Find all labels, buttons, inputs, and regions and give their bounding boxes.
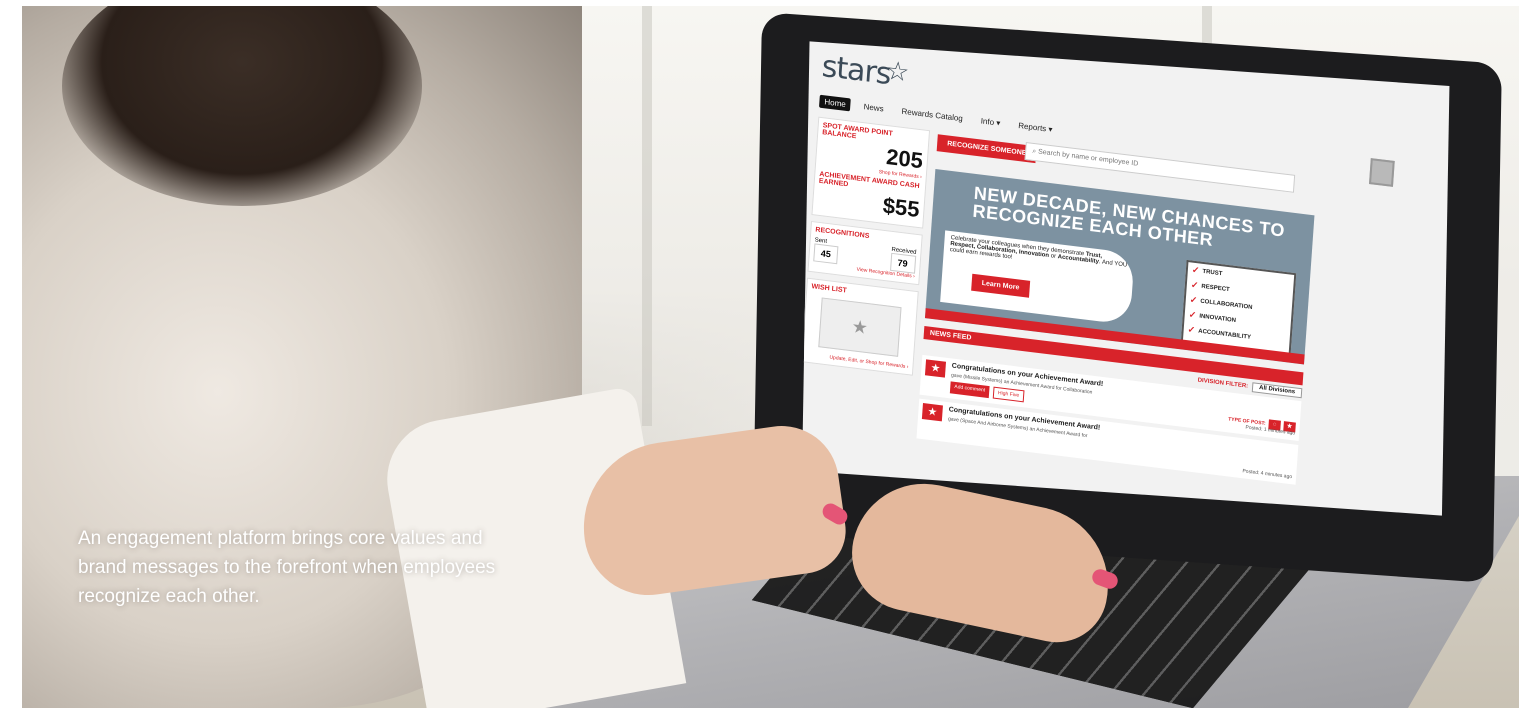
star-icon: ★	[924, 359, 947, 378]
star-icon: ★	[818, 297, 902, 357]
spot-award-card: SPOT AWARD POINT BALANCE 205 Shop for Re…	[811, 116, 931, 229]
star-icon: ☆	[884, 54, 911, 88]
laptop-screen: stars ☆ Home News Rewards Catalog Info ▾…	[802, 41, 1450, 516]
laptop: stars ☆ Home News Rewards Catalog Info ▾…	[752, 12, 1502, 584]
check-label: RESPECT	[1201, 283, 1230, 293]
window-mullion	[642, 6, 652, 426]
banner-or: or	[1050, 253, 1057, 260]
nav-reports[interactable]: Reports ▾	[1013, 118, 1058, 136]
sent-count: 45	[813, 243, 839, 265]
learn-more-button[interactable]: Learn More	[971, 273, 1030, 298]
left-sidebar: SPOT AWARD POINT BALANCE 205 Shop for Re…	[802, 116, 931, 382]
post-timestamp: Posted: 4 minutes ago	[1242, 468, 1293, 481]
stars-app: stars ☆ Home News Rewards Catalog Info ▾…	[802, 41, 1448, 515]
nav-home[interactable]: Home	[818, 94, 852, 112]
recognize-someone-button[interactable]: RECOGNIZE SOMEONE	[936, 134, 1037, 164]
post-gave: gave	[950, 372, 963, 380]
nav-info[interactable]: Info ▾	[975, 114, 1005, 131]
checkmark-icon: ✓	[1191, 264, 1200, 276]
recognitions-card: RECOGNITIONS Sent 45 Received 79 View Re…	[807, 220, 923, 286]
division-filter-label: DIVISION FILTER:	[1197, 377, 1249, 390]
avatar[interactable]	[1368, 158, 1395, 187]
main-content: RECOGNIZE SOMEONE ⌕ Search by name or em…	[916, 131, 1317, 485]
banner-body: Celebrate your colleagues when they demo…	[940, 230, 1135, 326]
check-label: ACCOUNTABILITY	[1198, 327, 1252, 341]
caption-text: An engagement platform brings core value…	[78, 528, 496, 607]
post-gave: gave	[947, 416, 960, 424]
wish-list-card: WISH LIST ★ Update, Edit, or Shop for Re…	[802, 277, 919, 376]
checkmark-icon: ✓	[1188, 309, 1197, 321]
check-label: INNOVATION	[1199, 313, 1237, 324]
checkmark-icon: ✓	[1190, 279, 1199, 291]
high-five-button[interactable]: High Five	[992, 386, 1025, 403]
nav-rewards-catalog[interactable]: Rewards Catalog	[896, 104, 968, 126]
checkmark-icon: ✓	[1187, 324, 1196, 336]
nav-news[interactable]: News	[858, 100, 889, 117]
star-icon: ★	[921, 403, 943, 422]
search-placeholder: Search by name or employee ID	[1037, 148, 1139, 168]
stars-logo: stars	[820, 48, 892, 93]
check-label: TRUST	[1202, 268, 1223, 277]
add-comment-button[interactable]: Add comment	[949, 381, 990, 399]
checkmark-icon: ✓	[1189, 294, 1198, 306]
